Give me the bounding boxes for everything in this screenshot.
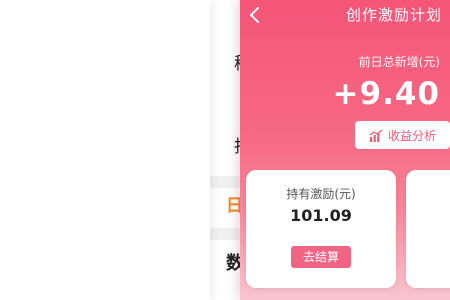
revenue-analysis-label: 收益分析 <box>387 128 436 143</box>
metric-label: 前日总新增(元) <box>358 55 440 69</box>
revenue-analysis-button[interactable]: 收益分析 <box>355 121 450 149</box>
card-label: 持有激励(元) <box>286 187 356 201</box>
chevron-left-icon <box>250 7 259 23</box>
screen: 秘 抖 日 数 创作激励计划 前日总新增(元) +9.40 收益分析 <box>0 0 450 300</box>
card-value: 101.09 <box>290 206 352 225</box>
page-title: 创作激励计划 <box>345 6 442 24</box>
back-button[interactable] <box>246 6 264 24</box>
settle-button[interactable]: 去结算 <box>291 246 351 268</box>
secondary-card <box>406 170 450 288</box>
metric-value: +9.40 <box>332 76 440 112</box>
bar-chart-icon <box>369 128 383 142</box>
holding-incentive-card: 持有激励(元) 101.09 去结算 <box>246 170 396 288</box>
blank-area <box>0 0 210 300</box>
